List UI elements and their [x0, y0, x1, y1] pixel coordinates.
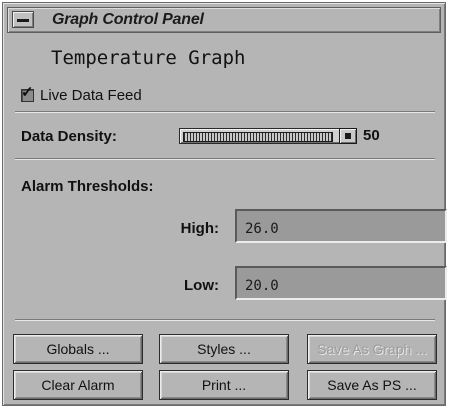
- styles-button[interactable]: Styles ...: [159, 334, 289, 364]
- separator: [15, 319, 435, 321]
- data-density-slider-track[interactable]: [179, 128, 357, 144]
- live-data-feed-checkbox[interactable]: ✓: [21, 85, 34, 102]
- high-threshold-field[interactable]: [235, 209, 447, 243]
- clear-alarm-button[interactable]: Clear Alarm: [13, 370, 143, 400]
- graph-control-panel-window: Graph Control Panel Temperature Graph ✓ …: [2, 2, 447, 406]
- title-bar[interactable]: Graph Control Panel: [7, 7, 441, 33]
- low-threshold-field[interactable]: [235, 266, 447, 300]
- print-button[interactable]: Print ...: [159, 370, 289, 400]
- data-density-slider-thumb[interactable]: [339, 128, 357, 144]
- alarm-thresholds-label: Alarm Thresholds:: [21, 178, 154, 195]
- save-as-ps-button[interactable]: Save As PS ...: [307, 370, 437, 400]
- data-density-slider-fill: [183, 132, 333, 142]
- graph-title: Temperature Graph: [51, 47, 246, 69]
- slider-handle-icon: [345, 133, 351, 139]
- globals-button[interactable]: Globals ...: [13, 334, 143, 364]
- data-density-value: 50: [363, 127, 380, 144]
- live-data-feed-label: Live Data Feed: [40, 86, 142, 104]
- checkmark-icon: ✓: [21, 83, 34, 101]
- window-title: Graph Control Panel: [52, 11, 204, 28]
- separator: [15, 158, 435, 160]
- minus-icon: [17, 19, 29, 22]
- live-data-feed-row[interactable]: ✓ Live Data Feed: [21, 85, 142, 105]
- separator: [15, 111, 435, 113]
- low-threshold-label: Low:: [184, 277, 219, 294]
- save-as-graph-button[interactable]: Save As Graph ...: [307, 334, 437, 364]
- window-menu-button[interactable]: [12, 11, 34, 28]
- high-threshold-label: High:: [180, 220, 219, 237]
- data-density-label: Data Density:: [21, 128, 117, 145]
